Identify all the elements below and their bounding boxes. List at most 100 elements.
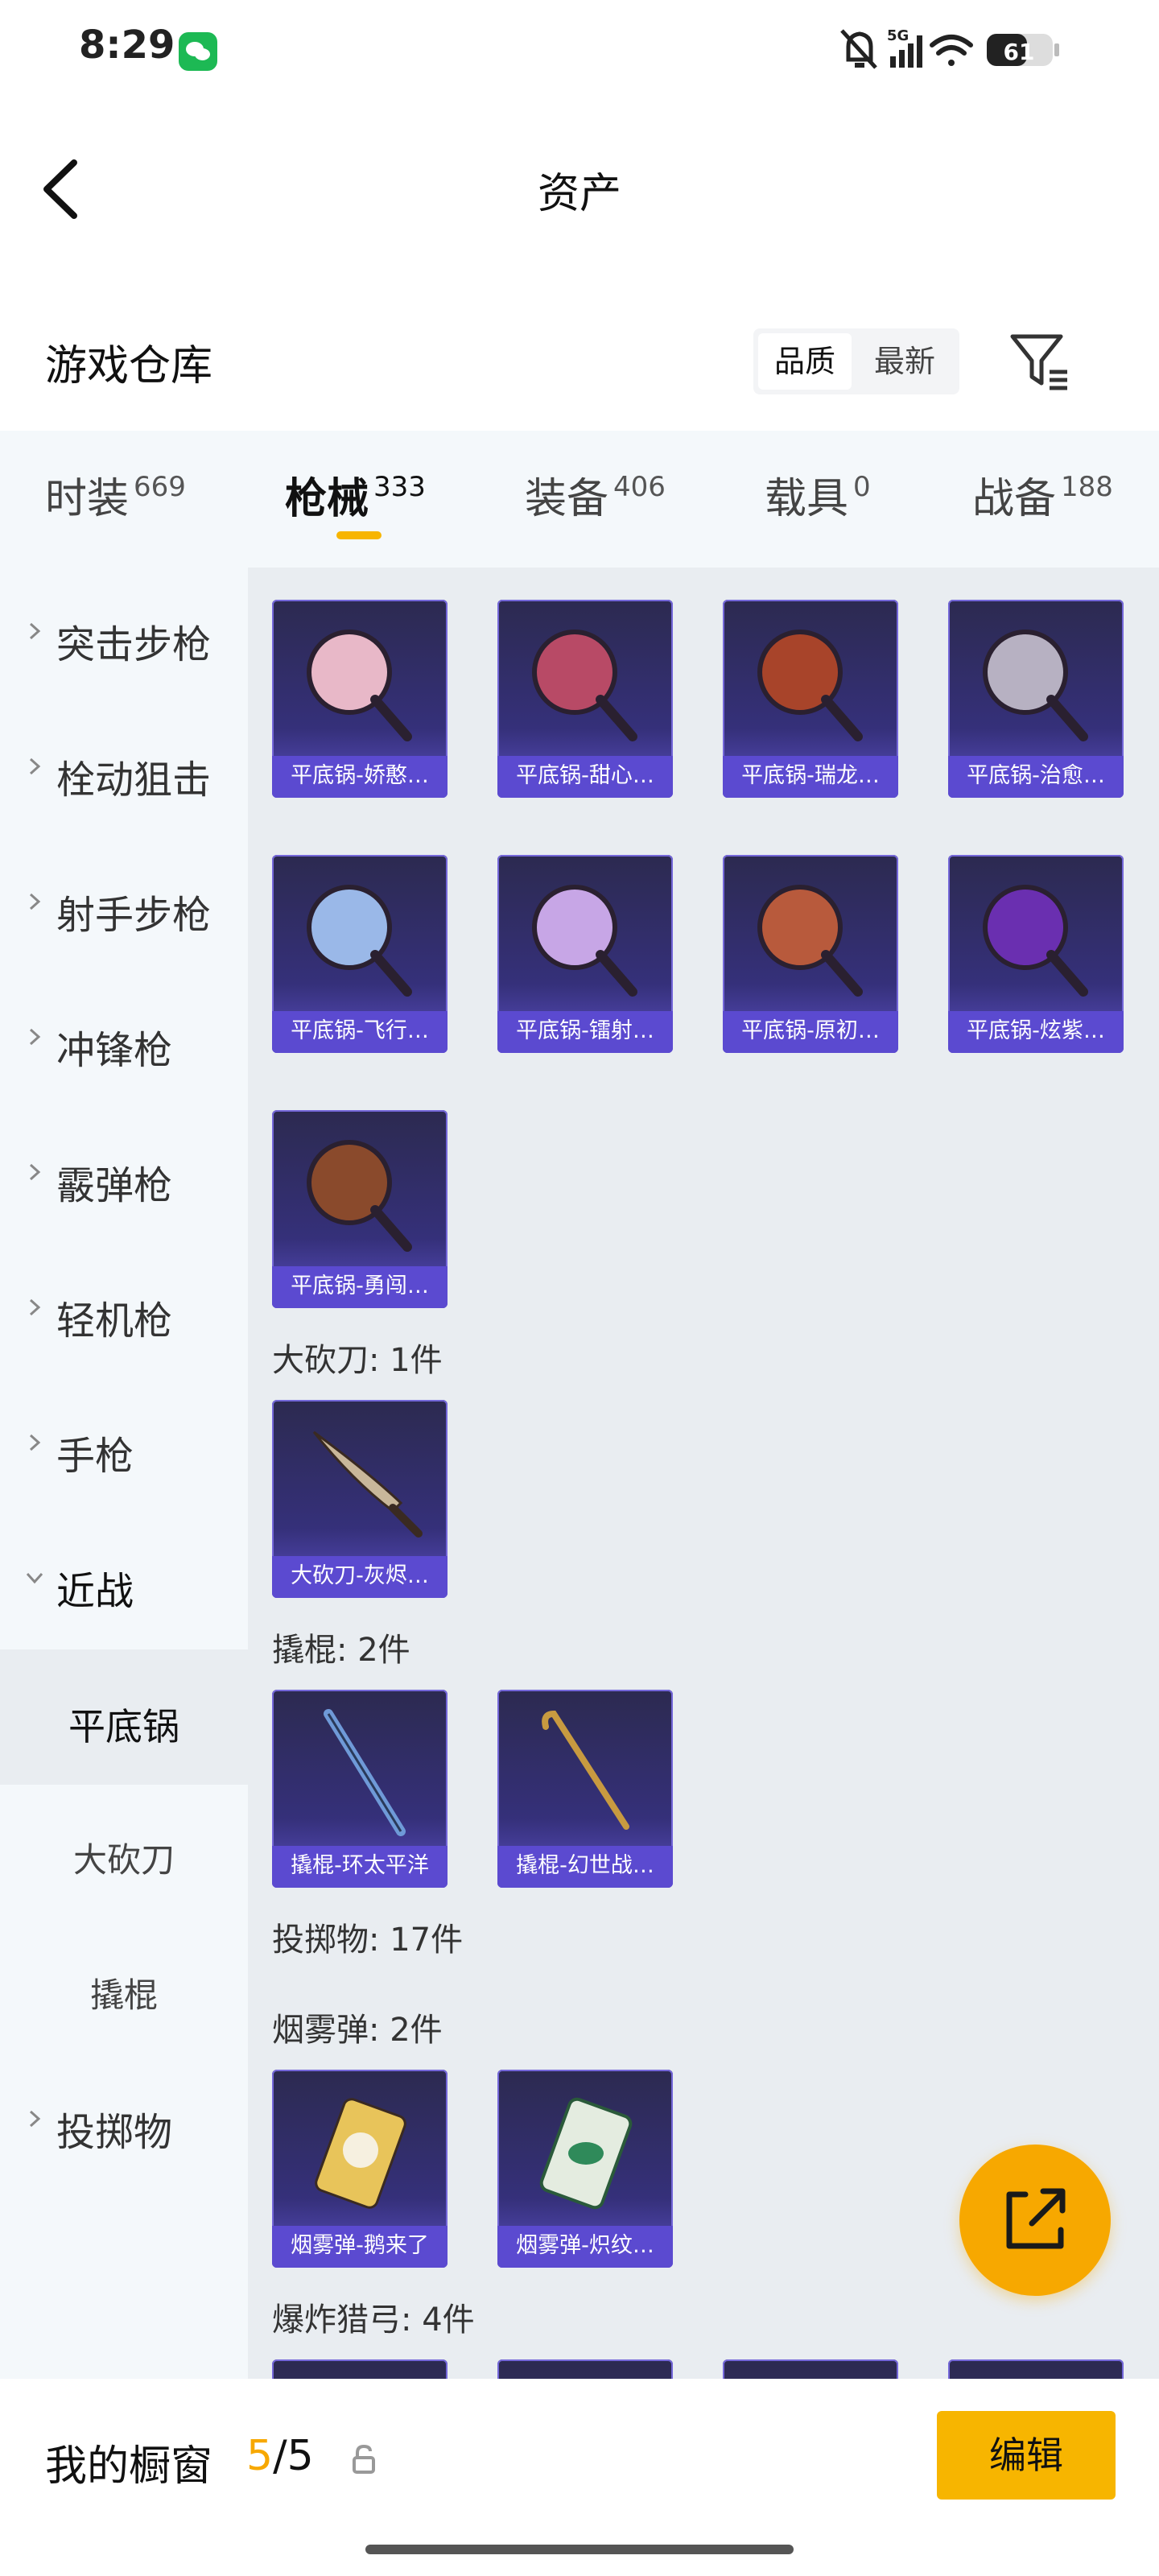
item-card-frying-pan[interactable]: 平底锅-炫紫… bbox=[948, 855, 1124, 1053]
item-card-machete[interactable]: 大砍刀-灰烬… bbox=[272, 1400, 448, 1598]
item-card-frying-pan[interactable]: 平底锅-原初… bbox=[723, 855, 898, 1053]
item-card-partial[interactable] bbox=[723, 2359, 898, 2379]
wifi-icon bbox=[930, 35, 973, 66]
sidebar-item-assault-rifle[interactable]: 突击步枪 bbox=[0, 568, 248, 703]
item-name: 大砍刀-灰烬… bbox=[272, 1556, 448, 1598]
edit-button[interactable]: 编辑 bbox=[937, 2411, 1116, 2500]
item-name: 平底锅-瑞龙… bbox=[723, 756, 898, 798]
smoke-grenade-section-header: 烟雾弹: 2件 bbox=[272, 2012, 443, 2049]
frying-pan-icon bbox=[532, 885, 637, 997]
sidebar-subitem-machete[interactable]: 大砍刀 bbox=[0, 1785, 248, 1920]
sidebar-item-melee[interactable]: 近战 bbox=[0, 1514, 248, 1649]
crowbar-icon bbox=[324, 1709, 406, 1836]
machete-section-header: 大砍刀: 1件 bbox=[272, 1342, 443, 1379]
item-card-frying-pan[interactable]: 平底锅-甜心… bbox=[497, 600, 673, 798]
sidebar-subitem-frying-pan[interactable]: 平底锅 bbox=[0, 1649, 248, 1785]
tab-firearms[interactable]: 枪械 333 bbox=[285, 464, 426, 529]
chevron-right-icon bbox=[29, 893, 41, 910]
chevron-right-icon bbox=[29, 758, 41, 775]
tab-label: 枪械 bbox=[285, 475, 369, 523]
item-card-crowbar[interactable]: 撬棍-环太平洋 bbox=[272, 1690, 448, 1888]
item-name: 平底锅-炫紫… bbox=[948, 1011, 1124, 1053]
item-card-partial[interactable] bbox=[497, 2359, 673, 2379]
item-card-frying-pan[interactable]: 平底锅-瑞龙… bbox=[723, 600, 898, 798]
item-card-smoke-grenade[interactable]: 烟雾弹-炽纹… bbox=[497, 2070, 673, 2268]
sidebar-subitem-label: 平底锅 bbox=[68, 1705, 179, 1748]
status-bar: 8:29 5G 61 bbox=[0, 0, 1159, 97]
item-card-frying-pan[interactable]: 平底锅-娇憨… bbox=[272, 600, 448, 798]
sidebar-item-label: 手枪 bbox=[56, 1434, 134, 1479]
chevron-right-icon bbox=[29, 1434, 41, 1451]
item-grid: 平底锅-娇憨… 平底锅-甜心… 平底锅-瑞龙… 平底锅-治愈… 平底锅-飞行… … bbox=[248, 568, 1159, 2379]
tab-count: 188 bbox=[1061, 471, 1113, 503]
sort-by-quality-button[interactable]: 品质 bbox=[758, 333, 852, 390]
item-name: 平底锅-甜心… bbox=[497, 756, 673, 798]
item-card-frying-pan[interactable]: 平底锅-治愈… bbox=[948, 600, 1124, 798]
sidebar-item-label: 冲锋枪 bbox=[56, 1028, 173, 1073]
sidebar-item-lmg[interactable]: 轻机枪 bbox=[0, 1244, 248, 1379]
item-card-frying-pan[interactable]: 平底锅-勇闯… bbox=[272, 1110, 448, 1308]
item-card-smoke-grenade[interactable]: 烟雾弹-鹅来了 bbox=[272, 2070, 448, 2268]
item-card-partial[interactable] bbox=[948, 2359, 1124, 2379]
tab-vehicles[interactable]: 载具 0 bbox=[765, 464, 871, 529]
tab-label: 时装 bbox=[45, 475, 130, 523]
tab-count: 406 bbox=[613, 471, 666, 503]
item-card-partial[interactable] bbox=[272, 2359, 448, 2379]
sidebar-item-pistol[interactable]: 手枪 bbox=[0, 1379, 248, 1514]
sidebar-item-throwables[interactable]: 投掷物 bbox=[0, 2055, 248, 2190]
showcase-bar: 我的橱窗 5/5 编辑 bbox=[0, 2379, 1159, 2576]
tab-label: 战备 bbox=[972, 475, 1057, 523]
sidebar-item-marksman-rifle[interactable]: 射手步枪 bbox=[0, 838, 248, 973]
tab-label: 载具 bbox=[765, 475, 849, 523]
item-name: 平底锅-飞行… bbox=[272, 1011, 448, 1053]
lock-icon bbox=[353, 2444, 375, 2474]
external-link-icon bbox=[1006, 2188, 1066, 2249]
filter-icon bbox=[1010, 334, 1067, 390]
sidebar-item-label: 轻机枪 bbox=[56, 1298, 173, 1344]
chevron-right-icon bbox=[29, 622, 41, 640]
tab-supplies[interactable]: 战备 188 bbox=[972, 464, 1113, 529]
status-time: 8:29 bbox=[79, 23, 175, 68]
tab-count: 0 bbox=[853, 471, 871, 503]
sort-toggle: 品质 最新 bbox=[753, 328, 959, 394]
share-button[interactable] bbox=[959, 2145, 1111, 2296]
mute-icon bbox=[840, 29, 877, 69]
sidebar-subitem-crowbar[interactable]: 撬棍 bbox=[0, 1920, 248, 2055]
item-card-frying-pan[interactable]: 平底锅-飞行… bbox=[272, 855, 448, 1053]
item-card-crowbar[interactable]: 撬棍-幻世战… bbox=[497, 1690, 673, 1888]
item-name: 烟雾弹-炽纹… bbox=[497, 2226, 673, 2268]
sidebar-item-label: 射手步枪 bbox=[56, 893, 212, 938]
filter-button[interactable] bbox=[1008, 330, 1072, 394]
item-card-frying-pan[interactable]: 平底锅-镭射… bbox=[497, 855, 673, 1053]
tab-fashion[interactable]: 时装 669 bbox=[45, 464, 186, 529]
sidebar-item-bolt-sniper[interactable]: 栓动狙击 bbox=[0, 703, 248, 838]
status-icons: 5G 61 bbox=[840, 27, 1059, 69]
sort-by-newest-button[interactable]: 最新 bbox=[858, 333, 951, 390]
chevron-right-icon bbox=[29, 1028, 41, 1046]
battery-level: 61 bbox=[1004, 39, 1035, 65]
home-indicator bbox=[365, 2545, 794, 2554]
crowbar-icon bbox=[542, 1710, 629, 1830]
tab-equipment[interactable]: 装备 406 bbox=[525, 464, 666, 529]
warehouse-title: 游戏仓库 bbox=[45, 342, 213, 390]
back-button[interactable] bbox=[32, 153, 97, 225]
active-tab-indicator bbox=[336, 531, 382, 539]
sidebar-item-label: 霰弹枪 bbox=[56, 1163, 173, 1208]
chevron-right-icon bbox=[29, 1298, 41, 1316]
showcase-count-current: 5 bbox=[246, 2432, 274, 2480]
frying-pan-icon bbox=[983, 885, 1088, 997]
item-name: 平底锅-原初… bbox=[723, 1011, 898, 1053]
sidebar-item-shotgun[interactable]: 霰弹枪 bbox=[0, 1108, 248, 1244]
chevron-right-icon bbox=[29, 2110, 41, 2128]
frying-pan-icon bbox=[983, 630, 1088, 741]
chevron-right-icon bbox=[29, 1163, 41, 1181]
frying-pan-icon bbox=[757, 630, 863, 741]
weapon-category-sidebar: 突击步枪 栓动狙击 射手步枪 冲锋枪 霰弹枪 轻机枪 手枪 近战 平底锅 大砍刀… bbox=[0, 568, 248, 2379]
network-type: 5G bbox=[887, 27, 909, 44]
frying-pan-icon bbox=[307, 1140, 412, 1252]
showcase-count: 5/5 bbox=[246, 2432, 314, 2480]
item-name: 平底锅-娇憨… bbox=[272, 756, 448, 798]
sidebar-item-smg[interactable]: 冲锋枪 bbox=[0, 973, 248, 1108]
smoke-grenade-icon bbox=[315, 2098, 406, 2209]
category-tabs: 时装 669 枪械 333 装备 406 载具 0 战备 188 bbox=[0, 431, 1159, 568]
